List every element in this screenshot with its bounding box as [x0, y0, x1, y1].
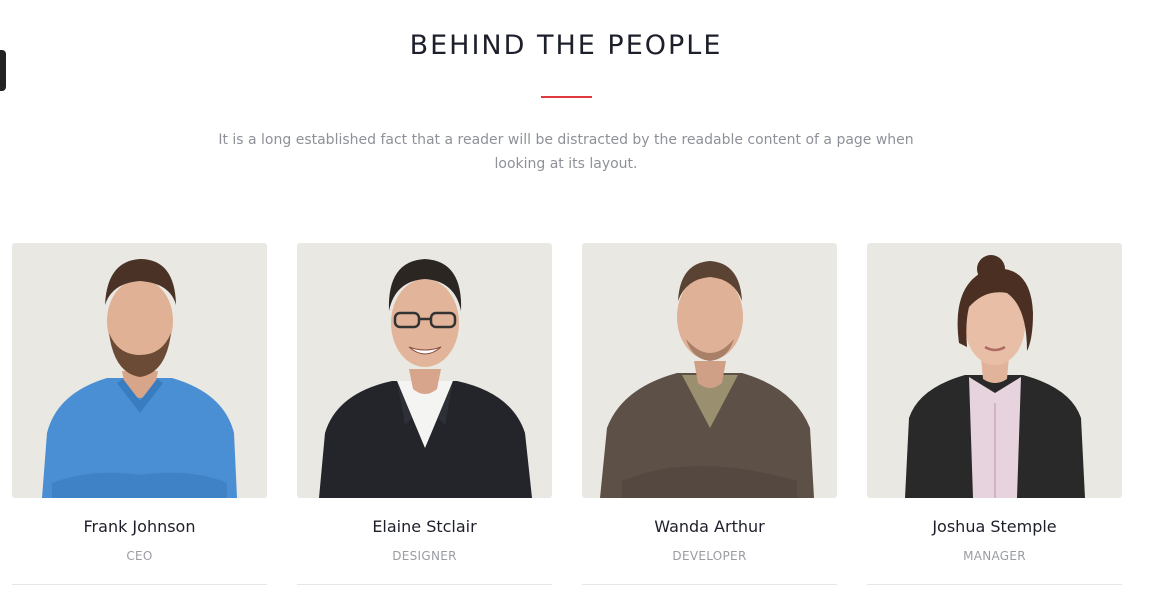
man-blue-shirt-portrait — [42, 259, 237, 498]
team-section: BEHIND THE PEOPLE It is a long establish… — [0, 0, 1157, 607]
card-divider — [867, 584, 1122, 585]
team-member-photo[interactable] — [297, 243, 552, 498]
card-divider — [12, 584, 267, 585]
team-member-name: Frank Johnson — [83, 517, 196, 536]
card-divider — [297, 584, 552, 585]
man-cardigan-portrait — [600, 261, 814, 498]
section-description: It is a long established fact that a rea… — [218, 132, 914, 172]
team-member-name: Wanda Arthur — [654, 517, 765, 536]
team-member-name: Elaine Stclair — [372, 517, 477, 536]
team-card[interactable]: Elaine Stclair DESIGNER — [297, 243, 552, 607]
team-member-photo[interactable] — [867, 243, 1122, 498]
team-member-role: CEO — [126, 549, 153, 563]
man-suit-glasses-portrait — [319, 259, 532, 498]
team-card[interactable]: Frank Johnson CEO — [12, 243, 267, 607]
team-grid: Frank Johnson CEO Elaine Stclair DESIGNE… — [12, 243, 1122, 607]
team-member-role: DEVELOPER — [672, 549, 747, 563]
team-member-role: MANAGER — [963, 549, 1026, 563]
team-card[interactable]: Joshua Stemple MANAGER — [867, 243, 1122, 607]
card-divider — [582, 584, 837, 585]
team-card[interactable]: Wanda Arthur DEVELOPER — [582, 243, 837, 607]
team-member-role: DESIGNER — [392, 549, 457, 563]
team-member-name: Joshua Stemple — [932, 517, 1057, 536]
section-title: BEHIND THE PEOPLE — [409, 30, 723, 61]
woman-blazer-portrait — [905, 255, 1085, 498]
title-divider — [541, 96, 592, 98]
team-member-photo[interactable] — [12, 243, 267, 498]
team-member-photo[interactable] — [582, 243, 837, 498]
